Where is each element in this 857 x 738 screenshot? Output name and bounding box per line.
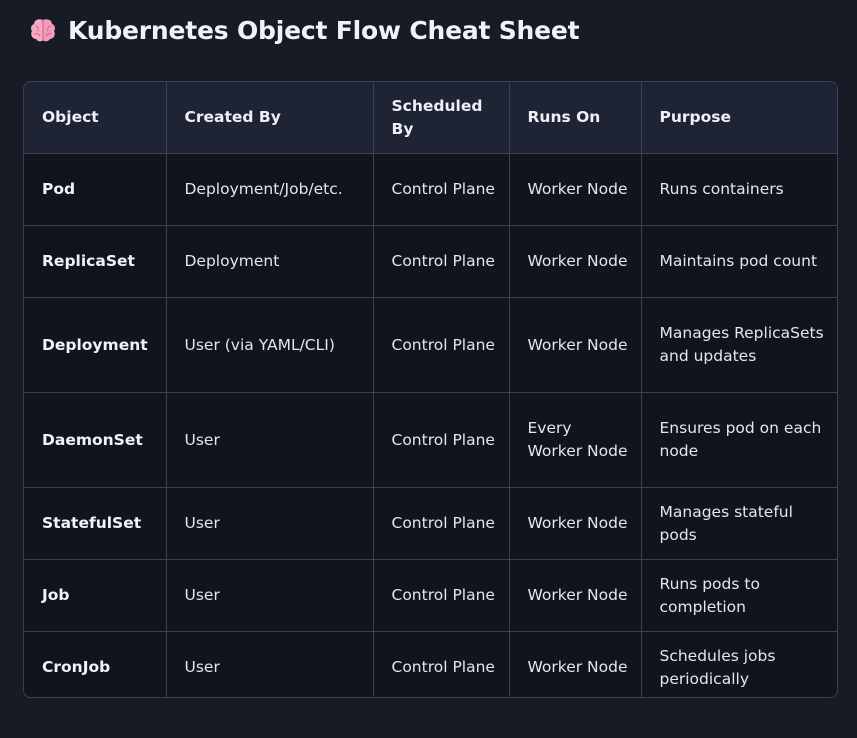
table-row: Job User Control Plane Worker Node Runs … (24, 559, 837, 632)
object-table: Object Created By Scheduled By Runs On P… (24, 82, 837, 697)
cell-scheduled-by: Control Plane (373, 392, 510, 488)
cell-created-by: Deployment (166, 225, 374, 298)
cell-runs-on: Worker Node (509, 297, 642, 393)
table-row: Deployment User (via YAML/CLI) Control P… (24, 297, 837, 393)
cell-scheduled-by: Control Plane (373, 297, 510, 393)
cell-scheduled-by: Control Plane (373, 559, 510, 632)
header-purpose: Purpose (641, 82, 837, 154)
table-header: Object Created By Scheduled By Runs On P… (24, 82, 837, 154)
cell-purpose: Ensures pod on each node (641, 392, 837, 488)
cell-purpose: Runs pods to completion (641, 559, 837, 632)
header-scheduled-by: Scheduled By (373, 82, 510, 154)
cell-purpose: Schedules jobs periodically (641, 631, 837, 697)
cell-created-by: User (166, 559, 374, 632)
cell-scheduled-by: Control Plane (373, 153, 510, 226)
cell-scheduled-by: Control Plane (373, 225, 510, 298)
cell-purpose: Runs containers (641, 153, 837, 226)
header-object: Object (24, 82, 167, 154)
table-body: Pod Deployment/Job/etc. Control Plane Wo… (24, 153, 837, 697)
cell-runs-on: Worker Node (509, 631, 642, 697)
table-row: Pod Deployment/Job/etc. Control Plane Wo… (24, 153, 837, 226)
cell-purpose: Manages stateful pods (641, 487, 837, 560)
cell-created-by: User (166, 487, 374, 560)
cell-runs-on: Worker Node (509, 559, 642, 632)
table-row: CronJob User Control Plane Worker Node S… (24, 631, 837, 697)
cell-object: Deployment (24, 297, 167, 393)
cell-object: Pod (24, 153, 167, 226)
cell-created-by: User (166, 631, 374, 697)
cell-object: CronJob (24, 631, 167, 697)
cell-purpose: Manages ReplicaSets and updates (641, 297, 837, 393)
cell-created-by: Deployment/Job/etc. (166, 153, 374, 226)
cell-object: Job (24, 559, 167, 632)
cell-runs-on: Worker Node (509, 225, 642, 298)
table-row: DaemonSet User Control Plane Every Worke… (24, 392, 837, 488)
title-bar: Kubernetes Object Flow Cheat Sheet (28, 12, 580, 48)
cell-object: DaemonSet (24, 392, 167, 488)
cell-runs-on: Worker Node (509, 153, 642, 226)
cell-object: ReplicaSet (24, 225, 167, 298)
table-row: StatefulSet User Control Plane Worker No… (24, 487, 837, 560)
brain-icon (30, 19, 56, 42)
cell-created-by: User (via YAML/CLI) (166, 297, 374, 393)
cell-runs-on: Every Worker Node (509, 392, 642, 488)
page-title: Kubernetes Object Flow Cheat Sheet (68, 15, 580, 45)
cell-created-by: User (166, 392, 374, 488)
header-row: Object Created By Scheduled By Runs On P… (24, 82, 837, 154)
cell-runs-on: Worker Node (509, 487, 642, 560)
header-created-by: Created By (166, 82, 374, 154)
cell-object: StatefulSet (24, 487, 167, 560)
cell-purpose: Maintains pod count (641, 225, 837, 298)
cheat-sheet-table: Object Created By Scheduled By Runs On P… (23, 81, 838, 698)
header-runs-on: Runs On (509, 82, 642, 154)
cell-scheduled-by: Control Plane (373, 631, 510, 697)
cell-scheduled-by: Control Plane (373, 487, 510, 560)
table-row: ReplicaSet Deployment Control Plane Work… (24, 225, 837, 298)
